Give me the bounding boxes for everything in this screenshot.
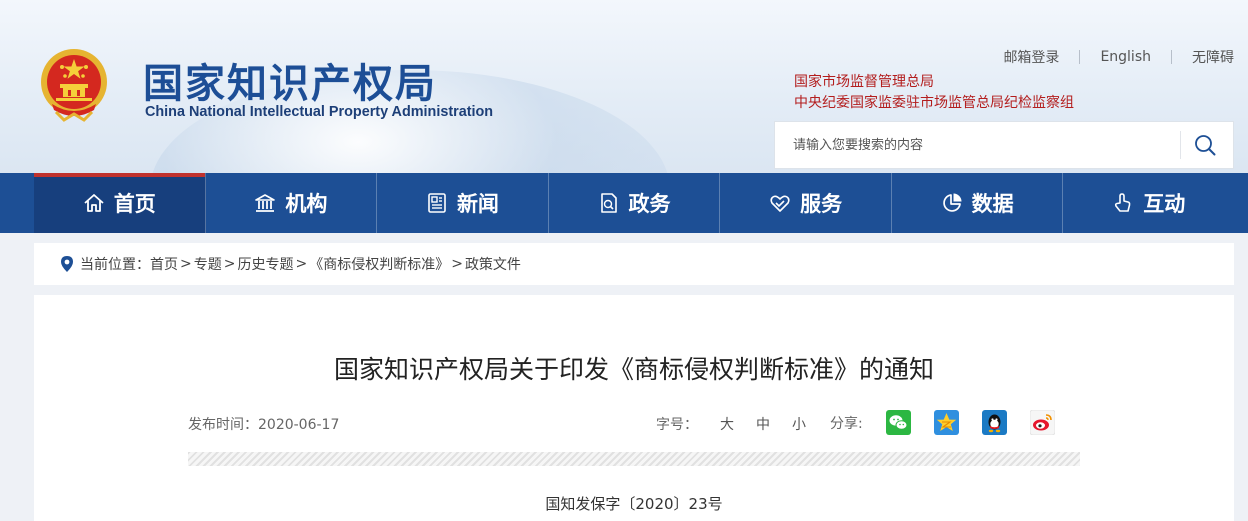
- mail-login-link[interactable]: 邮箱登录: [983, 47, 1079, 67]
- interaction-hand-icon: [1112, 192, 1134, 214]
- english-site-link[interactable]: English: [1080, 49, 1171, 65]
- share-label: 分享:: [830, 415, 863, 432]
- site-logo-english[interactable]: China National Intellectual Property Adm…: [145, 104, 493, 120]
- nav-item-interaction[interactable]: 互动: [1063, 173, 1234, 233]
- breadcrumb-trademark-standard[interactable]: 《商标侵权判断标准》: [309, 254, 449, 274]
- government-affairs-icon: [598, 192, 620, 214]
- nav-item-home[interactable]: 首页: [34, 173, 206, 233]
- search-icon: [1195, 135, 1216, 156]
- national-emblem-icon[interactable]: [38, 46, 110, 122]
- breadcrumb-prefix: 当前位置：: [80, 257, 150, 273]
- wechat-icon[interactable]: [885, 410, 911, 435]
- document-number: 国知发保字〔2020〕23号: [545, 495, 723, 513]
- breadcrumb-separator: >: [223, 256, 236, 272]
- discipline-inspection-link[interactable]: 中央纪委国家监委驻市场监管总局纪检监察组: [794, 93, 1074, 114]
- breadcrumb-policy-documents[interactable]: 政策文件: [465, 254, 521, 274]
- article-panel: 国家知识产权局关于印发《商标侵权判断标准》的通知 发布时间：2020-06-17…: [34, 295, 1234, 521]
- breadcrumb-history-topics[interactable]: 历史专题: [237, 254, 293, 274]
- font-size-large[interactable]: 大: [720, 414, 734, 434]
- breadcrumb: 当前位置： 首页 > 专题 > 历史专题 > 《商标侵权判断标准》 > 政策文件: [34, 243, 1234, 285]
- nav-item-label: 首页: [113, 192, 156, 216]
- divider-hatched: [188, 452, 1080, 466]
- nav-item-label: 政务: [628, 192, 671, 216]
- nav-item-label: 新闻: [456, 192, 499, 216]
- nav-item-label: 数据: [971, 192, 1014, 216]
- breadcrumb-home[interactable]: 首页: [150, 254, 178, 274]
- font-size-medium[interactable]: 中: [756, 414, 770, 434]
- publish-time: 发布时间：2020-06-17: [188, 417, 340, 433]
- font-size-small[interactable]: 小: [792, 414, 806, 434]
- search-button[interactable]: [1187, 130, 1223, 160]
- search-divider: [1180, 131, 1181, 159]
- nav-item-data[interactable]: 数据: [892, 173, 1064, 233]
- font-size-label: 字号：: [656, 417, 698, 433]
- nav-item-government-affairs[interactable]: 政务: [549, 173, 721, 233]
- font-size-controls: 字号： 大 中 小: [656, 414, 806, 434]
- service-icon: [769, 192, 791, 214]
- home-icon: [83, 192, 105, 214]
- nav-item-label: 机构: [285, 192, 328, 216]
- search-input[interactable]: [775, 122, 1180, 168]
- nav-item-news[interactable]: 新闻: [377, 173, 549, 233]
- breadcrumb-separator: >: [451, 256, 463, 272]
- news-icon: [426, 192, 448, 214]
- accessibility-link[interactable]: 无障碍: [1172, 47, 1234, 67]
- data-pie-icon: [941, 192, 963, 214]
- nav-item-institution[interactable]: 机构: [206, 173, 378, 233]
- location-pin-icon: [60, 255, 74, 273]
- breadcrumb-separator: >: [295, 256, 308, 272]
- nav-item-label: 服务: [800, 192, 843, 216]
- institution-icon: [254, 192, 276, 214]
- site-header: 国家知识产权局 China National Intellectual Prop…: [0, 0, 1248, 173]
- share-bar: 分享:: [830, 410, 1055, 435]
- main-nav: 首页 机构 新闻 政务 服务 数据 互动: [0, 173, 1248, 233]
- supervisor-links: 国家市场监督管理总局 中央纪委国家监委驻市场监管总局纪检监察组: [794, 72, 1074, 114]
- nav-item-service[interactable]: 服务: [720, 173, 892, 233]
- qzone-icon[interactable]: [933, 410, 959, 435]
- qq-icon[interactable]: [981, 410, 1007, 435]
- weibo-icon[interactable]: [1029, 410, 1055, 435]
- search-box: [774, 121, 1234, 169]
- article-title: 国家知识产权局关于印发《商标侵权判断标准》的通知: [333, 355, 934, 384]
- breadcrumb-topics[interactable]: 专题: [194, 254, 222, 274]
- samr-link[interactable]: 国家市场监督管理总局: [794, 72, 1074, 93]
- breadcrumb-separator: >: [180, 256, 192, 272]
- site-logo-chinese[interactable]: 国家知识产权局: [143, 51, 437, 107]
- nav-item-label: 互动: [1143, 192, 1186, 216]
- top-links-bar: 邮箱登录 English 无障碍: [983, 47, 1234, 67]
